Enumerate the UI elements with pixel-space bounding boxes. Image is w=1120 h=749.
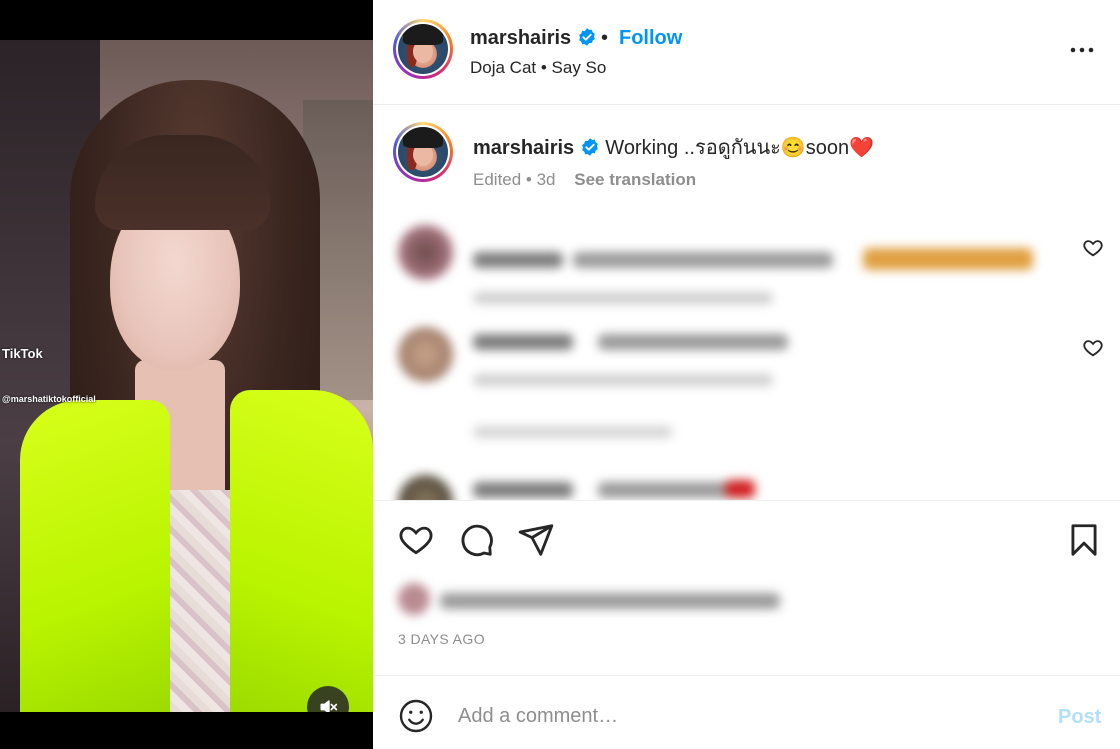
tiktok-handle-watermark: @marshatiktokofficial [2, 394, 96, 404]
comments-list[interactable] [373, 200, 1120, 500]
comment-like-icon[interactable] [1082, 337, 1104, 359]
tiktok-watermark: TikTok [2, 346, 43, 361]
video-player[interactable]: TikTok @marshatiktokofficial [0, 40, 373, 712]
more-options-icon[interactable] [1068, 38, 1096, 62]
comment-icon[interactable] [457, 521, 495, 559]
video-subject-jacket-left [20, 400, 170, 712]
comment-composer: Post [373, 675, 1120, 749]
caption-username[interactable]: marshairis [473, 137, 574, 159]
follow-button[interactable]: Follow [619, 27, 682, 50]
header-separator: • [601, 27, 609, 49]
post-actions [373, 500, 1120, 580]
see-translation-link[interactable]: See translation [574, 170, 696, 189]
post-details-panel: marshairis • Follow Doja Cat • Say So ma… [373, 0, 1120, 749]
audio-track-link[interactable]: Doja Cat • Say So [470, 58, 606, 78]
post-media[interactable]: TikTok @marshatiktokofficial [0, 0, 373, 749]
author-username[interactable]: marshairis [470, 27, 597, 50]
author-username-text[interactable]: marshairis [470, 27, 571, 49]
post-header: marshairis • Follow Doja Cat • Say So [373, 0, 1120, 105]
liked-by[interactable] [398, 583, 818, 617]
commenter-avatar [398, 225, 453, 280]
comment-input[interactable] [458, 700, 1018, 732]
caption-text: Working ..รอดูกันนะ😊soon❤️ [605, 137, 875, 159]
emoji-icon[interactable] [398, 698, 434, 734]
author-avatar[interactable] [393, 19, 453, 79]
verified-badge-icon [578, 28, 595, 46]
commenter-avatar [398, 327, 453, 382]
comment-like-icon[interactable] [1082, 237, 1104, 259]
caption-author-avatar[interactable] [393, 122, 453, 182]
post-comment-button[interactable]: Post [1058, 706, 1101, 729]
commenter-avatar [398, 475, 453, 500]
heart-icon[interactable] [397, 521, 435, 559]
video-subject-jacket-right [230, 390, 373, 712]
caption: marshairis Working ..รอดูกันนะ😊soon❤️ [473, 131, 874, 163]
bookmark-icon[interactable] [1065, 521, 1103, 559]
muted-speaker-icon [320, 700, 338, 712]
share-icon[interactable] [517, 521, 555, 559]
caption-meta: Edited • 3d See translation [473, 170, 696, 190]
verified-badge-icon [581, 138, 598, 156]
post-date[interactable]: 3 DAYS AGO [398, 631, 485, 647]
caption-edited-time[interactable]: Edited • 3d [473, 170, 556, 189]
